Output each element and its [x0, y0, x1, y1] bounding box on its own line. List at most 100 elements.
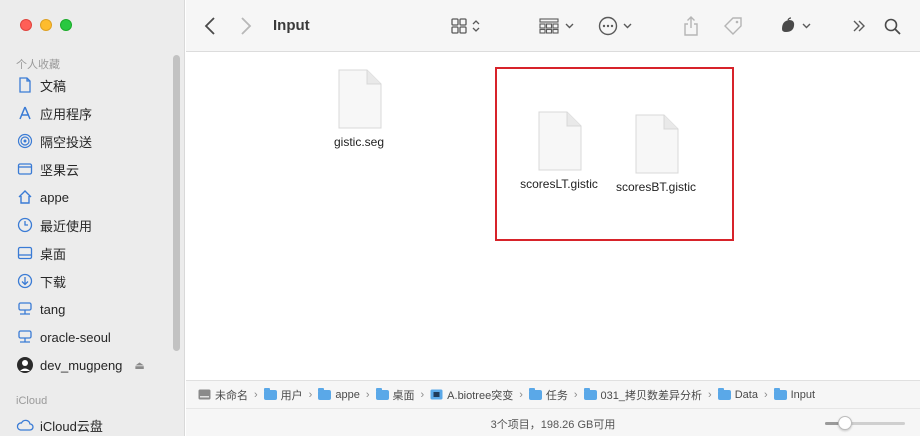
status-bar: 3个项目，198.26 GB可用: [186, 408, 920, 436]
recents-icon: [16, 216, 34, 234]
favorites-section-title: 个人收藏: [16, 59, 60, 71]
sidebar-item-label: 应用程序: [40, 106, 93, 122]
document-icon: [16, 76, 34, 94]
icloud-icon: [16, 416, 34, 434]
sidebar-item-label: oracle-seoul: [40, 329, 111, 345]
home-icon: [16, 188, 34, 206]
sidebar-item-label: 下载: [40, 274, 67, 290]
disk-icon: [198, 389, 211, 400]
file-item[interactable]: gistic.seg: [324, 69, 394, 149]
app-folder-icon: [430, 389, 443, 400]
desktop-icon: [16, 244, 34, 262]
path-item-label: A.biotree突变: [447, 389, 514, 402]
chevron-right-icon: ›: [519, 388, 523, 401]
document-icon: [635, 114, 679, 174]
icloud-section-title: iCloud: [16, 395, 48, 407]
zoom-button[interactable]: [60, 19, 72, 31]
path-bar: 未命名 › 用户 › appe › 桌面 › A.biotree突变 › 任务 …: [186, 380, 920, 408]
server-icon: [16, 328, 34, 346]
path-item-label: 用户: [280, 389, 303, 402]
sidebar-item-home[interactable]: appe: [16, 185, 174, 209]
chevron-right-icon: ›: [708, 388, 712, 401]
path-item-appe[interactable]: appe: [318, 387, 360, 401]
icon-size-slider[interactable]: [825, 416, 905, 430]
document-icon: [338, 69, 382, 129]
nutstore-icon: [16, 160, 34, 178]
path-item-biotree[interactable]: A.biotree突变: [430, 387, 513, 403]
sidebar-item-desktop[interactable]: 桌面: [16, 241, 174, 265]
document-icon: [538, 111, 582, 171]
sidebar-item-label: 文稿: [40, 78, 67, 94]
sidebar-item-tang[interactable]: tang: [16, 297, 174, 321]
sidebar-item-label: 坚果云: [40, 162, 80, 178]
path-item-volume[interactable]: 未命名: [198, 387, 248, 403]
file-item[interactable]: scoresLT.gistic: [514, 111, 604, 191]
sidebar-scrollbar[interactable]: [173, 55, 180, 351]
path-item-label: Input: [790, 388, 816, 401]
chevron-right-icon: ›: [420, 388, 425, 401]
sidebar-item-oracle-seoul[interactable]: oracle-seoul: [16, 325, 174, 349]
file-name: scoresLT.gistic: [520, 177, 598, 191]
tag-icon: [724, 17, 742, 35]
group-icon: [539, 18, 559, 34]
path-item-label: 任务: [545, 389, 568, 402]
folder-icon: [263, 387, 277, 400]
path-item-label: 未命名: [215, 389, 248, 402]
sidebar-item-recents[interactable]: 最近使用: [16, 213, 174, 237]
slider-knob[interactable]: [838, 416, 852, 430]
sidebar-item-documents[interactable]: 文稿: [16, 73, 174, 97]
more-toolbar-button[interactable]: [852, 14, 866, 38]
double-chevron-right-icon: [853, 20, 865, 32]
path-item-label: Data: [734, 388, 758, 401]
chevron-right-icon: ›: [573, 388, 578, 401]
server-icon: [16, 300, 34, 318]
back-button[interactable]: [204, 14, 216, 38]
folder-icon: [717, 387, 731, 400]
downloads-icon: [16, 272, 34, 290]
chevron-right-icon: ›: [365, 388, 370, 401]
eject-icon[interactable]: ⏏: [134, 359, 144, 372]
path-item-data[interactable]: Data: [717, 387, 758, 401]
more-icon: [598, 16, 618, 36]
path-item-desktop[interactable]: 桌面: [375, 387, 415, 403]
action-menu-button[interactable]: [598, 14, 632, 38]
sidebar-item-icloud-drive[interactable]: iCloud云盘: [16, 413, 174, 436]
sidebar-item-label: 桌面: [40, 246, 67, 262]
status-text: 3个项目，198.26 GB可用: [490, 419, 616, 431]
sidebar-item-applications[interactable]: 应用程序: [16, 101, 174, 125]
sidebar-item-label: 最近使用: [40, 218, 93, 234]
share-button[interactable]: [683, 14, 699, 38]
folder-icon: [375, 387, 389, 400]
view-mode-button[interactable]: [451, 14, 480, 38]
sidebar-item-label: appe: [40, 189, 69, 205]
toolbar: Input: [186, 0, 920, 52]
path-item-label: 031_拷贝数差异分析: [600, 389, 703, 402]
minimize-button[interactable]: [40, 19, 52, 31]
file-name: gistic.seg: [333, 135, 385, 149]
sidebar-item-label: iCloud云盘: [40, 418, 103, 434]
folder-icon: [528, 387, 542, 400]
path-item-031[interactable]: 031_拷贝数差异分析: [583, 387, 703, 403]
sidebar-item-downloads[interactable]: 下载: [16, 269, 174, 293]
forward-button[interactable]: [240, 14, 252, 38]
sidebar: 个人收藏 文稿 应用程序 隔空投送 坚果云 appe 最近使用 桌面 下载 ta…: [0, 0, 185, 436]
window-controls: [20, 19, 72, 31]
sidebar-item-nutstore[interactable]: 坚果云: [16, 157, 174, 181]
sidebar-item-dev-mugpeng[interactable]: dev_mugpeng ⏏: [16, 353, 174, 377]
path-item-users[interactable]: 用户: [263, 387, 303, 403]
chevron-right-icon: ›: [254, 388, 258, 401]
nutstore-extension-button[interactable]: [779, 14, 811, 38]
path-item-label: 桌面: [392, 389, 415, 402]
finder-window: 个人收藏 文稿 应用程序 隔空投送 坚果云 appe 最近使用 桌面 下载 ta…: [0, 0, 920, 436]
file-item[interactable]: scoresBT.gistic: [610, 114, 702, 194]
sidebar-item-label: tang: [40, 301, 66, 317]
close-button[interactable]: [20, 19, 32, 31]
sidebar-item-airdrop[interactable]: 隔空投送: [16, 129, 174, 153]
path-item-input[interactable]: Input: [773, 387, 816, 401]
group-button[interactable]: [539, 14, 574, 38]
search-button[interactable]: [884, 14, 901, 38]
chevron-right-icon: ›: [308, 388, 313, 401]
path-item-tasks[interactable]: 任务: [528, 387, 568, 403]
path-item-label: appe: [335, 388, 360, 401]
tag-button[interactable]: [723, 14, 743, 38]
